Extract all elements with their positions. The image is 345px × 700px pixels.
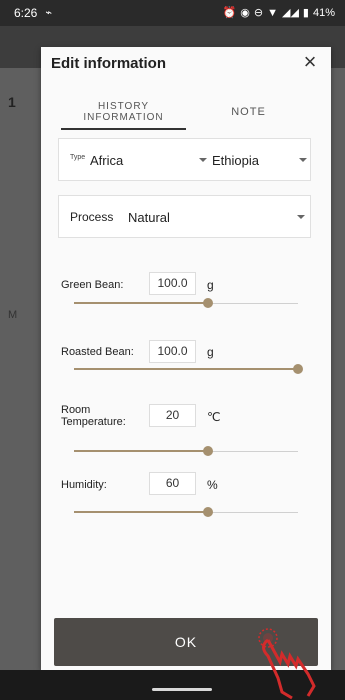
battery-icon: ▮: [302, 6, 309, 19]
dnd-icon: ⊖: [253, 6, 264, 19]
signal-icon: ⌁: [45, 6, 52, 19]
edit-information-dialog: Edit information × HISTORY INFORMATION N…: [41, 47, 331, 670]
chevron-down-icon: [299, 158, 307, 162]
active-tab-indicator: [61, 128, 186, 130]
wifi-icon: ▼: [267, 6, 278, 19]
roasted-bean-input[interactable]: 100.0: [149, 340, 196, 363]
country-value: Ethiopia: [212, 153, 259, 168]
tab-note[interactable]: NOTE: [186, 94, 311, 130]
country-select[interactable]: Ethiopia: [211, 139, 311, 180]
background-m-label: M: [8, 309, 18, 321]
region-select[interactable]: Africa: [89, 139, 209, 180]
humidity-unit: %: [207, 478, 218, 492]
green-bean-unit: g: [207, 278, 214, 292]
humidity-label: Humidity:: [61, 479, 107, 491]
background-row-number: 1: [8, 94, 16, 110]
chevron-down-icon: [297, 215, 305, 219]
battery-percent: 41%: [312, 7, 335, 19]
tab-bar: HISTORY INFORMATION NOTE: [61, 94, 311, 130]
type-card: Type Africa Ethiopia: [58, 138, 311, 181]
green-bean-label: Green Bean:: [61, 279, 124, 291]
alarm-icon: ⏰: [222, 6, 237, 19]
type-label: Type: [70, 154, 86, 161]
process-select[interactable]: Process Natural: [58, 195, 311, 238]
slider-fill: [74, 511, 209, 513]
slider-thumb[interactable]: [293, 364, 303, 374]
slider-thumb[interactable]: [203, 446, 214, 456]
tap-hand-icon: [258, 628, 316, 700]
green-bean-input[interactable]: 100.0: [149, 272, 196, 295]
dialog-title: Edit information: [51, 55, 166, 72]
data-saver-icon: ◉: [240, 6, 250, 19]
home-gesture-handle[interactable]: [152, 688, 212, 691]
slider-fill: [74, 368, 298, 370]
clock: 6:26: [14, 6, 38, 20]
humidity-input[interactable]: 60: [149, 472, 196, 495]
room-temperature-input[interactable]: 20: [149, 404, 196, 427]
status-bar: 6:26 ⌁ ⏰ ◉ ⊖ ▼ ◢◢ ▮ 41%: [0, 0, 345, 26]
process-label: Process: [70, 210, 114, 224]
room-temperature-unit: ℃: [207, 410, 221, 424]
region-value: Africa: [90, 153, 124, 168]
tab-history-label: HISTORY INFORMATION: [83, 101, 164, 123]
process-value: Natural: [128, 210, 170, 225]
slider-fill: [74, 450, 209, 452]
close-icon[interactable]: ×: [299, 51, 321, 73]
chevron-down-icon: [199, 158, 207, 162]
room-temperature-label: Room Temperature:: [61, 404, 126, 428]
slider-thumb[interactable]: [203, 298, 214, 308]
tab-history-information[interactable]: HISTORY INFORMATION: [61, 94, 186, 130]
roasted-bean-unit: g: [207, 345, 214, 359]
tab-note-label: NOTE: [231, 106, 266, 118]
slider-thumb[interactable]: [203, 507, 214, 517]
cell-icon: ◢◢: [281, 6, 299, 19]
roasted-bean-label: Roasted Bean:: [61, 346, 134, 358]
slider-fill: [74, 302, 209, 304]
